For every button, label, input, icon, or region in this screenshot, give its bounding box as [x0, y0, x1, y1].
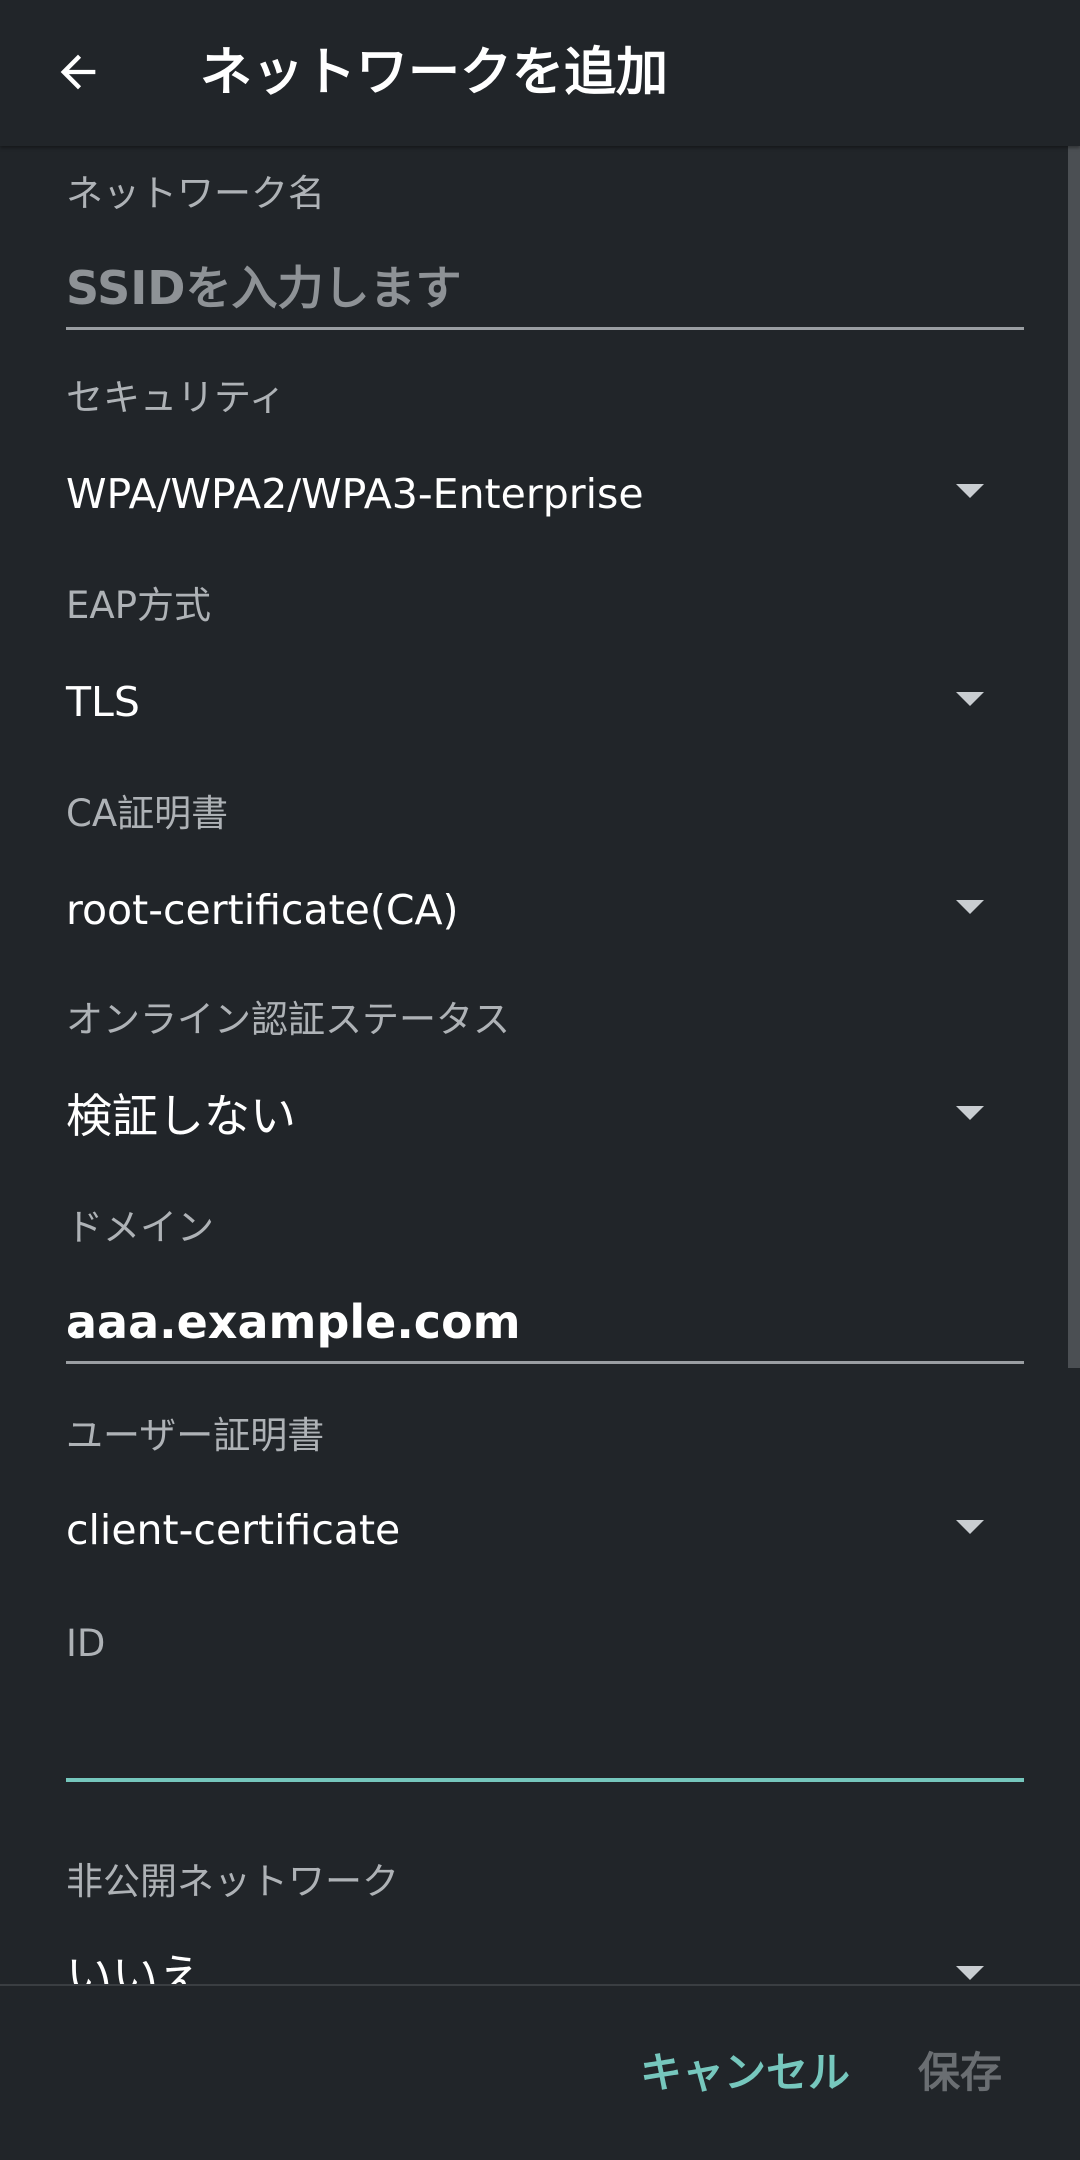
- ca-certificate-value: root-certificate(CA): [66, 886, 459, 934]
- network-name-label: ネットワーク名: [66, 172, 325, 215]
- dialog-button-bar: キャンセル 保存: [0, 1984, 1080, 2160]
- add-network-screen: ネットワークを追加 ネットワーク名 SSIDを入力します セキュリティ WPA/…: [0, 0, 1080, 2160]
- online-status-label: オンライン認証ステータス: [66, 998, 510, 1041]
- ca-certificate-select[interactable]: root-certificate(CA): [66, 870, 1024, 950]
- back-button[interactable]: [34, 28, 122, 116]
- cancel-button[interactable]: キャンセル: [640, 2038, 850, 2108]
- save-button[interactable]: 保存: [918, 2038, 1002, 2108]
- security-select[interactable]: WPA/WPA2/WPA3-Enterprise: [66, 454, 1024, 534]
- hidden-network-label: 非公開ネットワーク: [66, 1860, 399, 1903]
- arrow-left-icon: [60, 54, 96, 90]
- chevron-down-icon: [956, 692, 984, 706]
- chevron-down-icon: [956, 1520, 984, 1534]
- online-status-select[interactable]: 検証しない: [66, 1076, 1024, 1156]
- eap-method-value: TLS: [66, 678, 140, 726]
- eap-method-label: EAP方式: [66, 584, 212, 627]
- chevron-down-icon: [956, 900, 984, 914]
- app-bar: ネットワークを追加: [0, 0, 1080, 146]
- page-title: ネットワークを追加: [200, 43, 669, 103]
- scrollbar[interactable]: [1068, 146, 1080, 1368]
- hidden-network-value: いいえ: [66, 1949, 204, 1984]
- identity-label: ID: [66, 1622, 106, 1665]
- hidden-network-select[interactable]: いいえ: [66, 1936, 1024, 1984]
- chevron-down-icon: [956, 484, 984, 498]
- ca-certificate-label: CA証明書: [66, 792, 229, 835]
- form-scroll-area[interactable]: ネットワーク名 SSIDを入力します セキュリティ WPA/WPA2/WPA3-…: [0, 146, 1080, 1984]
- identity-input[interactable]: [66, 1700, 1024, 1782]
- security-value: WPA/WPA2/WPA3-Enterprise: [66, 470, 644, 518]
- user-certificate-select[interactable]: client-certificate: [66, 1490, 1024, 1570]
- eap-method-select[interactable]: TLS: [66, 662, 1024, 742]
- domain-label: ドメイン: [66, 1206, 214, 1249]
- ssid-input[interactable]: SSIDを入力します: [66, 248, 1024, 330]
- security-label: セキュリティ: [66, 376, 286, 419]
- online-status-value: 検証しない: [66, 1089, 296, 1143]
- user-certificate-label: ユーザー証明書: [66, 1414, 325, 1457]
- chevron-down-icon: [956, 1106, 984, 1120]
- domain-input[interactable]: aaa.example.com: [66, 1282, 1024, 1364]
- user-certificate-value: client-certificate: [66, 1506, 401, 1554]
- chevron-down-icon: [956, 1966, 984, 1980]
